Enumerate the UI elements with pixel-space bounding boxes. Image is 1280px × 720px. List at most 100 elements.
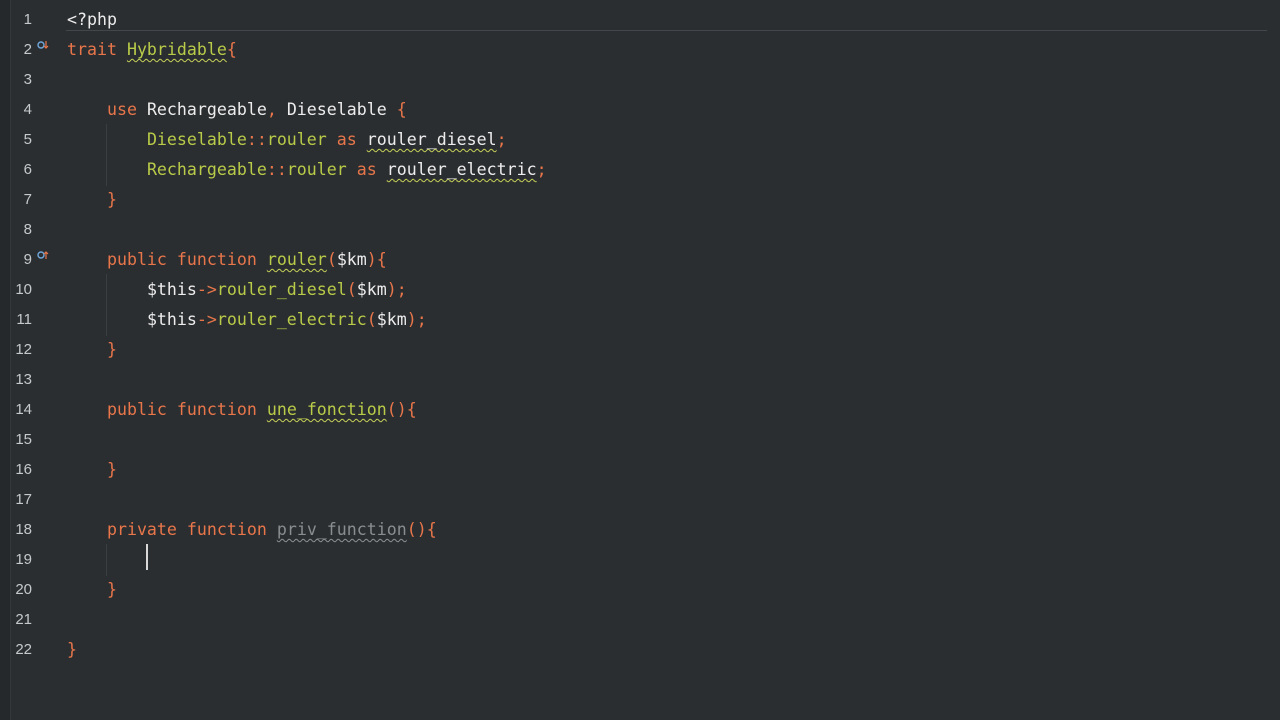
- code-text[interactable]: }: [67, 339, 117, 361]
- code-token: (: [366, 310, 377, 329]
- code-token: }: [106, 580, 117, 599]
- code-line[interactable]: 12 }: [0, 335, 1280, 365]
- code-line[interactable]: 3: [0, 65, 1280, 95]
- code-token: private: [106, 520, 177, 539]
- code-line[interactable]: 21: [0, 605, 1280, 635]
- code-line[interactable]: 11 $this->rouler_electric($km);: [0, 305, 1280, 335]
- code-token: Rechargeable: [146, 160, 267, 179]
- line-number[interactable]: 4: [10, 101, 32, 118]
- code-line[interactable]: 10 $this->rouler_diesel($km);: [0, 275, 1280, 305]
- code-token: ,: [266, 100, 277, 119]
- line-number[interactable]: 9: [10, 251, 32, 268]
- line-number[interactable]: 10: [10, 281, 32, 298]
- code-text[interactable]: trait Hybridable{: [67, 39, 237, 61]
- code-text[interactable]: }: [67, 639, 77, 661]
- line-number[interactable]: 19: [10, 551, 32, 568]
- code-token: rouler_electric: [386, 160, 537, 179]
- line-number[interactable]: 6: [10, 161, 32, 178]
- code-line[interactable]: 22}: [0, 635, 1280, 665]
- line-number[interactable]: 11: [10, 311, 32, 328]
- code-token: );: [406, 310, 427, 329]
- code-token: $km: [376, 310, 407, 329]
- line-number[interactable]: 12: [10, 341, 32, 358]
- code-token: rouler: [286, 160, 347, 179]
- code-line[interactable]: 13: [0, 365, 1280, 395]
- line-number[interactable]: 14: [10, 401, 32, 418]
- line-number[interactable]: 7: [10, 191, 32, 208]
- code-line[interactable]: 9 public function rouler($km){: [0, 245, 1280, 275]
- code-text[interactable]: $this->rouler_electric($km);: [67, 309, 427, 331]
- code-line[interactable]: 4 use Rechargeable, Dieselable {: [0, 95, 1280, 125]
- line-number[interactable]: 21: [10, 611, 32, 628]
- code-token: ->: [196, 310, 217, 329]
- code-line[interactable]: 14 public function une_fonction(){: [0, 395, 1280, 425]
- code-text[interactable]: }: [67, 459, 117, 481]
- code-line[interactable]: 5 Dieselable::rouler as rouler_diesel;: [0, 125, 1280, 155]
- code-text[interactable]: use Rechargeable, Dieselable {: [67, 99, 407, 121]
- code-text[interactable]: public function rouler($km){: [67, 249, 387, 271]
- code-text[interactable]: Dieselable::rouler as rouler_diesel;: [67, 129, 507, 151]
- code-token: as: [356, 160, 377, 179]
- line-number[interactable]: 18: [10, 521, 32, 538]
- line-number[interactable]: 20: [10, 581, 32, 598]
- code-token: $km: [356, 280, 387, 299]
- code-line[interactable]: 17: [0, 485, 1280, 515]
- code-editor[interactable]: 1 <?php 2 trait Hybridable{ 3 4 use Rechargea…: [0, 0, 1280, 720]
- override-down-icon[interactable]: [37, 40, 49, 52]
- code-line[interactable]: 7 }: [0, 185, 1280, 215]
- line-number[interactable]: 2: [10, 41, 32, 58]
- code-text[interactable]: <?php: [67, 9, 117, 31]
- code-token: (){: [386, 400, 417, 419]
- line-number[interactable]: 3: [10, 71, 32, 88]
- code-line[interactable]: 2 trait Hybridable{: [0, 35, 1280, 65]
- line-number[interactable]: 8: [10, 221, 32, 238]
- code-text[interactable]: public function une_fonction(){: [67, 399, 417, 421]
- line-number[interactable]: 1: [10, 11, 32, 28]
- code-line[interactable]: 20 }: [0, 575, 1280, 605]
- line-number[interactable]: 5: [10, 131, 32, 148]
- code-line[interactable]: 6 Rechargeable::rouler as rouler_electri…: [0, 155, 1280, 185]
- code-token: Dieselable: [276, 100, 397, 119]
- code-token: Dieselable: [146, 130, 247, 149]
- line-number[interactable]: 17: [10, 491, 32, 508]
- code-token: ::: [266, 160, 287, 179]
- code-token: rouler_electric: [216, 310, 367, 329]
- code-line[interactable]: 8: [0, 215, 1280, 245]
- line-number[interactable]: 22: [10, 641, 32, 658]
- code-token: function: [186, 520, 267, 539]
- code-text[interactable]: private function priv_function(){: [67, 519, 437, 541]
- code-token: ->: [196, 280, 217, 299]
- code-token: Rechargeable: [136, 100, 267, 119]
- line-number[interactable]: 13: [10, 371, 32, 388]
- code-line[interactable]: 15: [0, 425, 1280, 455]
- code-text[interactable]: }: [67, 579, 117, 601]
- code-token: as: [336, 130, 357, 149]
- code-line[interactable]: 19: [0, 545, 1280, 575]
- code-line[interactable]: 16 }: [0, 455, 1280, 485]
- code-text[interactable]: $this->rouler_diesel($km);: [67, 279, 407, 301]
- code-token: ;: [536, 160, 547, 179]
- code-line[interactable]: 18 private function priv_function(){: [0, 515, 1280, 545]
- code-token: ;: [496, 130, 507, 149]
- code-text[interactable]: Rechargeable::rouler as rouler_electric;: [67, 159, 547, 181]
- line-number[interactable]: 15: [10, 431, 32, 448]
- code-token: function: [176, 250, 257, 269]
- code-text[interactable]: }: [67, 189, 117, 211]
- code-token: {: [226, 40, 237, 59]
- line-number[interactable]: 16: [10, 461, 32, 478]
- code-line[interactable]: 1 <?php: [0, 5, 1280, 35]
- override-up-icon[interactable]: [37, 250, 49, 262]
- code-token: <?php: [67, 10, 117, 29]
- code-token: {: [396, 100, 407, 119]
